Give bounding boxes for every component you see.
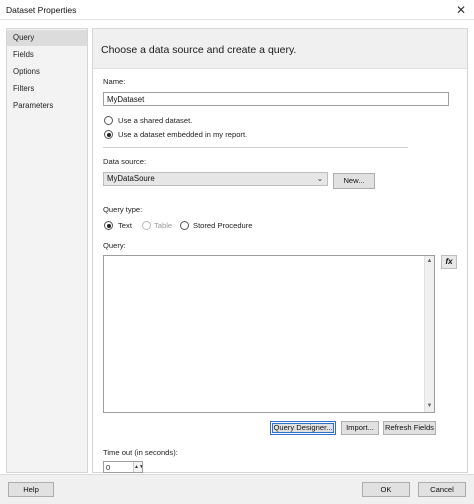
data-source-value: MyDataSoure — [107, 174, 155, 183]
function-icon: fx — [445, 257, 453, 266]
ok-button[interactable]: OK — [362, 482, 410, 497]
sidebar-item-options[interactable]: Options — [7, 64, 87, 80]
section-divider — [103, 147, 408, 148]
shared-dataset-label: Use a shared dataset. — [118, 116, 193, 125]
sidebar-item-fields[interactable]: Fields — [7, 47, 87, 63]
query-type-text-radio[interactable] — [104, 221, 113, 230]
import-button[interactable]: Import... — [341, 421, 379, 435]
query-textarea[interactable]: ▲ ▼ — [103, 255, 435, 413]
query-type-table-radio — [142, 221, 151, 230]
panel-header: Choose a data source and create a query. — [93, 29, 467, 69]
data-source-label: Data source: — [103, 157, 147, 166]
timeout-stepper[interactable]: 0 ▲▼ — [103, 461, 143, 473]
expression-button[interactable]: fx — [441, 255, 457, 269]
query-label: Query: — [103, 241, 126, 250]
embedded-dataset-radio[interactable] — [104, 130, 113, 139]
close-icon[interactable]: ✕ — [454, 3, 468, 17]
window-title: Dataset Properties — [6, 5, 77, 15]
dialog-footer: Help OK Cancel — [0, 474, 474, 504]
sidebar-item-filters[interactable]: Filters — [7, 81, 87, 97]
sidebar-item-parameters[interactable]: Parameters — [7, 98, 87, 114]
new-data-source-button[interactable]: New... — [333, 173, 375, 189]
timeout-label: Time out (in seconds): — [103, 448, 178, 457]
query-designer-button[interactable]: Query Designer... — [270, 421, 336, 435]
name-field[interactable] — [103, 92, 449, 106]
query-panel: Choose a data source and create a query.… — [92, 28, 468, 473]
query-type-text-label: Text — [118, 221, 132, 230]
data-source-select[interactable]: MyDataSoure ⌄ — [103, 172, 328, 186]
query-type-table-label: Table — [154, 221, 173, 230]
name-label: Name: — [103, 77, 126, 86]
query-type-stored-procedure-radio[interactable] — [180, 221, 189, 230]
embedded-dataset-label: Use a dataset embedded in my report. — [118, 130, 248, 139]
shared-dataset-radio[interactable] — [104, 116, 113, 125]
query-scrollbar[interactable]: ▲ ▼ — [424, 256, 434, 412]
query-type-label: Query type: — [103, 205, 143, 214]
timeout-value: 0 — [106, 463, 111, 472]
scroll-down-icon[interactable]: ▼ — [425, 402, 434, 411]
cancel-button[interactable]: Cancel — [418, 482, 466, 497]
chevron-down-icon: ⌄ — [316, 174, 324, 183]
scroll-up-icon[interactable]: ▲ — [425, 257, 434, 266]
help-button[interactable]: Help — [8, 482, 54, 497]
stepper-arrows-icon[interactable]: ▲▼ — [133, 462, 142, 472]
page-title: Choose a data source and create a query. — [101, 44, 297, 56]
sidebar-nav: Query Fields Options Filters Parameters — [6, 28, 88, 473]
query-type-stored-procedure-label: Stored Procedure — [193, 221, 253, 230]
sidebar-item-query[interactable]: Query — [7, 30, 87, 46]
refresh-fields-button[interactable]: Refresh Fields — [383, 421, 436, 435]
title-bar: Dataset Properties ✕ — [0, 0, 474, 20]
